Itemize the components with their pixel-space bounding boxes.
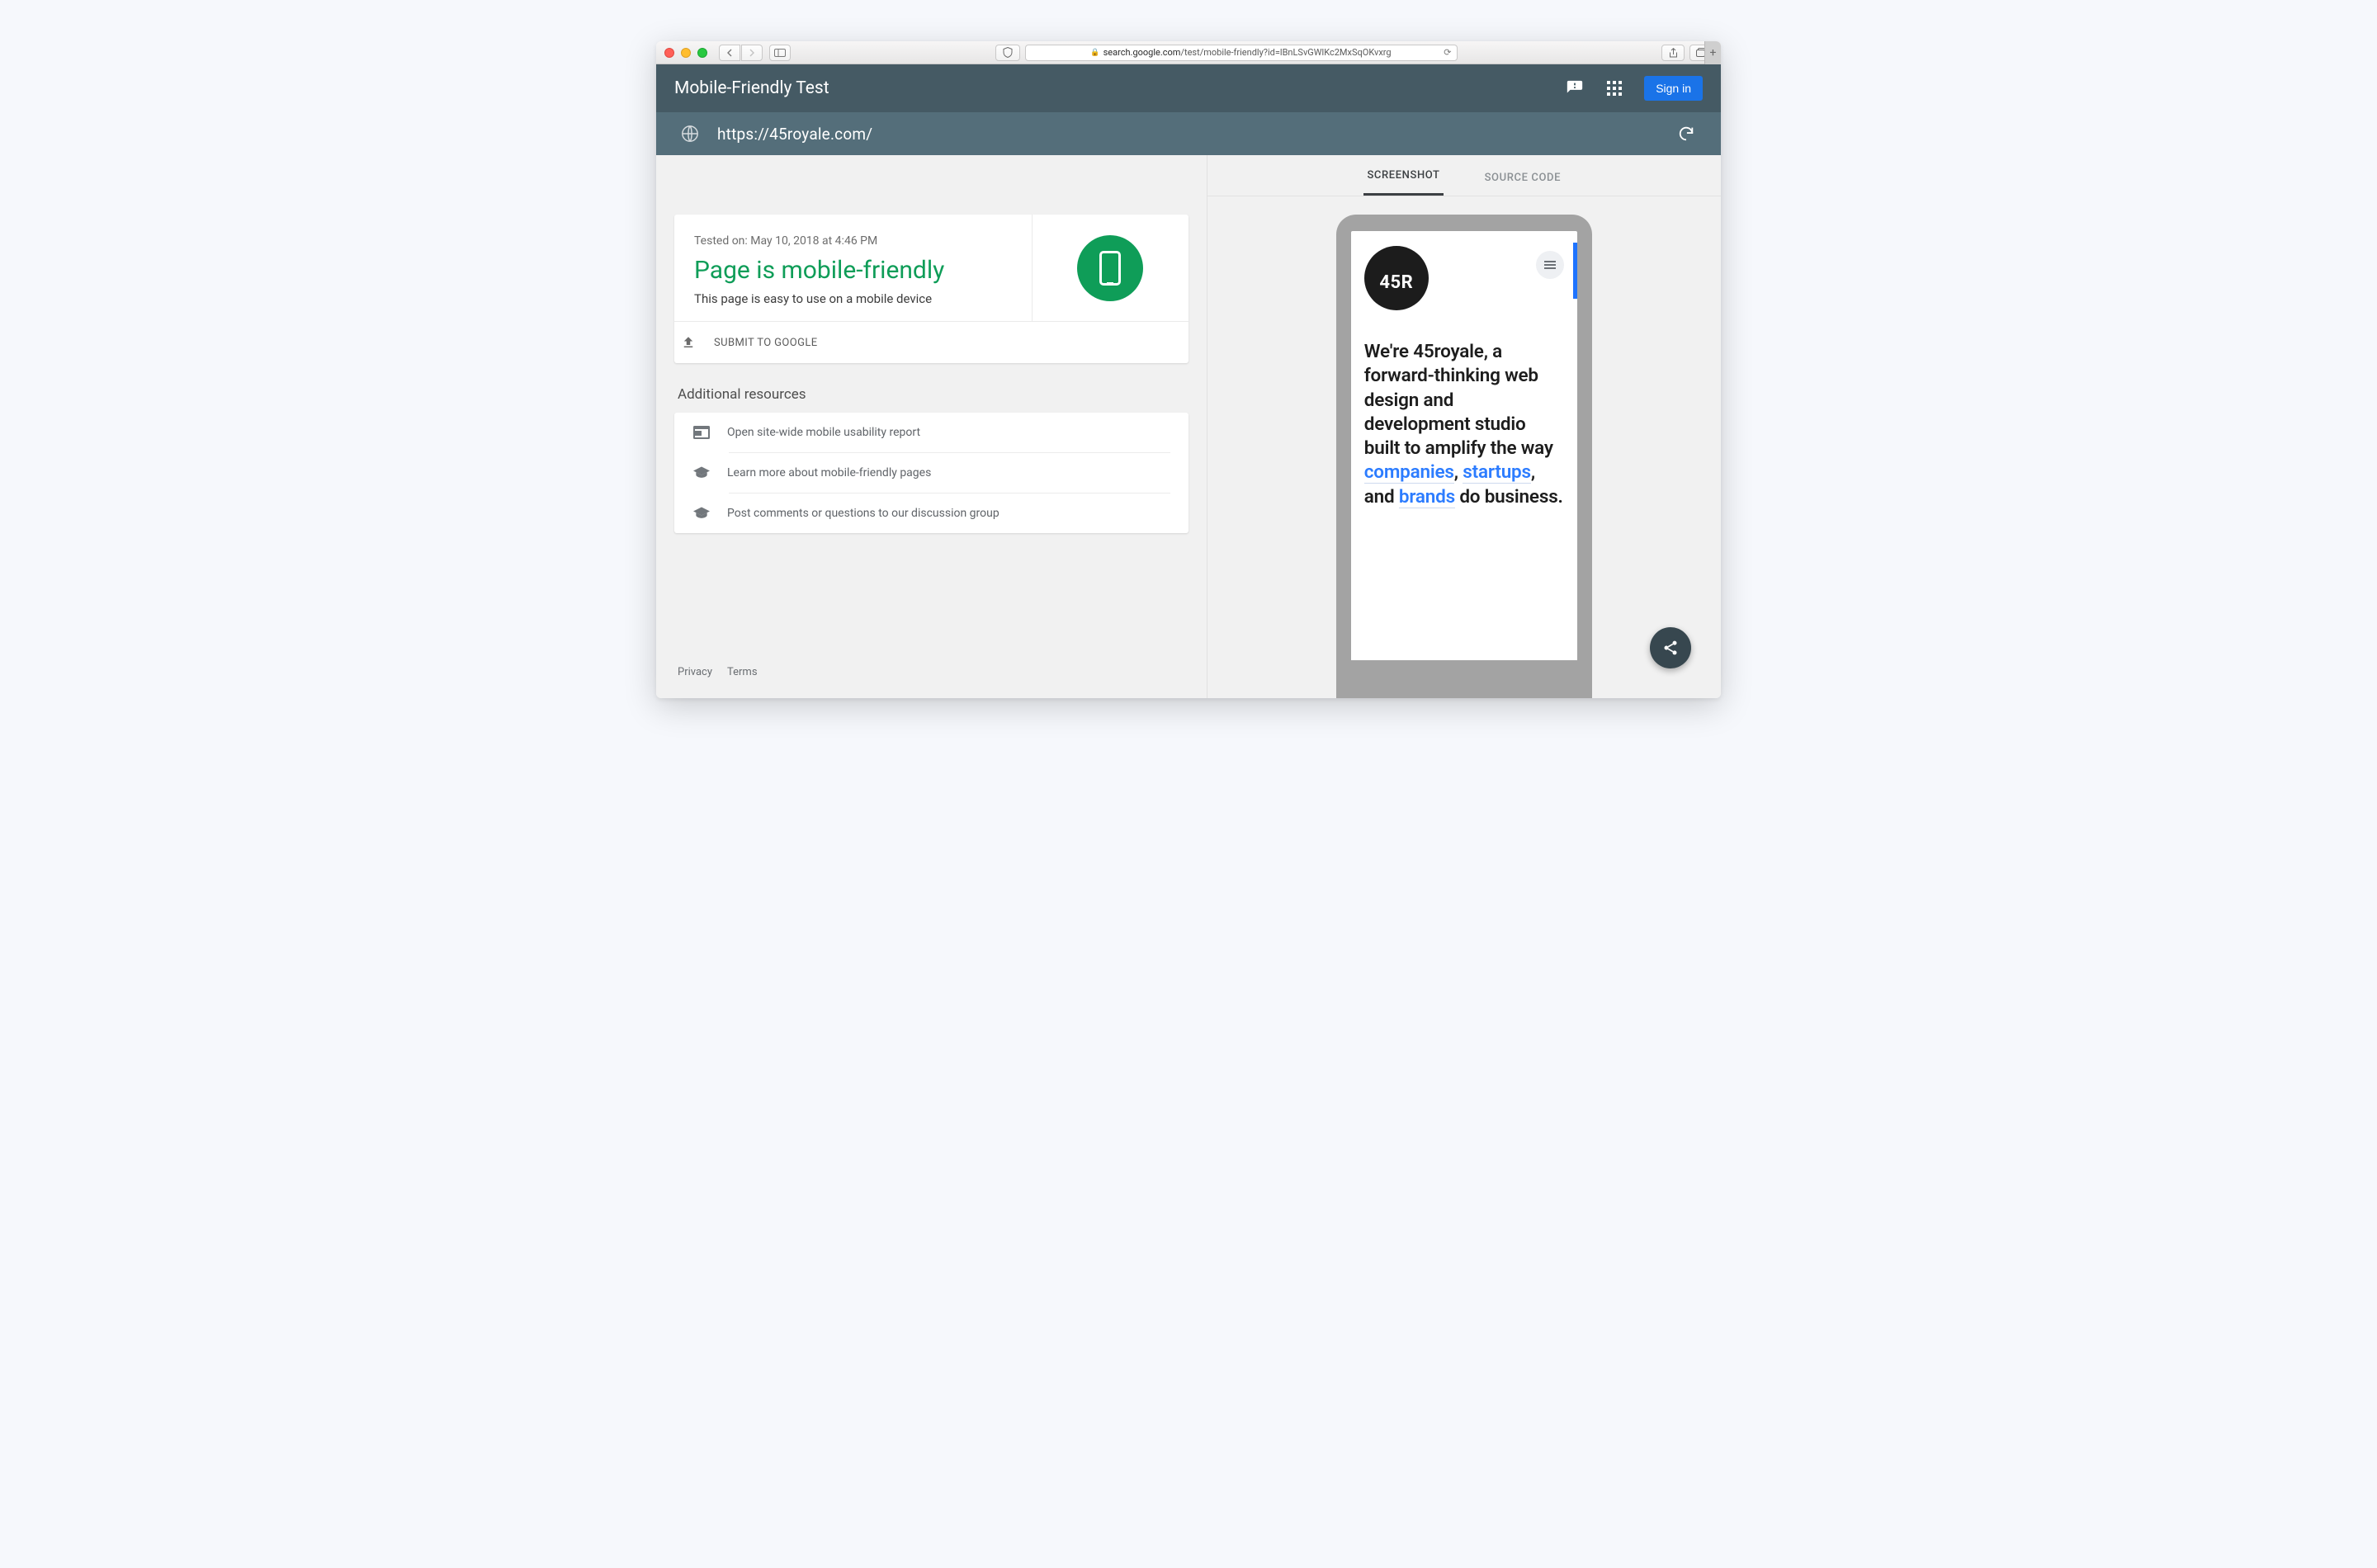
results-pane: Tested on: May 10, 2018 at 4:46 PM Page … (656, 155, 1207, 698)
hero-text-segment: We're 45royale, a forward-thinking web d… (1364, 341, 1553, 459)
submit-to-google-button[interactable]: SUBMIT TO GOOGLE (674, 321, 1188, 363)
upload-icon (681, 335, 701, 350)
app-title: Mobile-Friendly Test (674, 78, 829, 98)
share-button[interactable] (1661, 45, 1685, 61)
new-tab-button[interactable]: + (1704, 41, 1721, 64)
header-actions: Sign in (1565, 76, 1703, 101)
hero-text-segment: do business. (1455, 486, 1563, 508)
browser-chrome: 🔒 search.google.com /test/mobile-friendl… (656, 41, 1721, 64)
privacy-link[interactable]: Privacy (678, 666, 712, 678)
resource-discussion-group[interactable]: Post comments or questions to our discus… (729, 493, 1170, 533)
safari-window: 🔒 search.google.com /test/mobile-friendl… (656, 41, 1721, 698)
back-button[interactable] (719, 45, 740, 61)
resource-learn-more[interactable]: Learn more about mobile-friendly pages (729, 452, 1170, 493)
globe-icon (681, 125, 699, 143)
address-host: search.google.com (1103, 47, 1181, 58)
footer-links: Privacy Terms (674, 658, 1188, 682)
lock-icon: 🔒 (1090, 49, 1099, 57)
verdict-badge (1032, 215, 1188, 321)
fullscreen-window-button[interactable] (697, 48, 707, 58)
graduation-icon (692, 507, 711, 520)
hero-text: We're 45royale, a forward-thinking web d… (1364, 340, 1564, 509)
verdict-subtext: This page is easy to use on a mobile dev… (694, 291, 1012, 306)
hero-link-startups: startups (1463, 461, 1531, 484)
phone-screen: 45R We're 45royale, a forward-thinking w… (1351, 231, 1577, 660)
resources-title: Additional resources (678, 386, 1185, 403)
graduation-icon (692, 466, 711, 479)
preview-tabs: SCREENSHOT SOURCE CODE (1207, 155, 1722, 196)
site-logo: 45R (1364, 246, 1429, 310)
webpage-icon (692, 426, 711, 439)
reload-icon[interactable]: ⟳ (1444, 47, 1451, 58)
tab-source-code[interactable]: SOURCE CODE (1481, 172, 1564, 196)
sidebar-toggle-button[interactable] (769, 45, 791, 61)
accent-strip (1573, 243, 1577, 299)
hero-text-segment: , (1454, 461, 1463, 483)
privacy-report-button[interactable] (995, 45, 1020, 61)
window-controls (664, 48, 707, 58)
signin-button[interactable]: Sign in (1644, 76, 1703, 101)
preview-pane: SCREENSHOT SOURCE CODE 45R We'r (1207, 155, 1722, 698)
resource-label: Post comments or questions to our discus… (727, 507, 999, 520)
site-header: 45R (1364, 246, 1564, 310)
app-header: Mobile-Friendly Test Sign in (656, 64, 1721, 112)
resource-label: Learn more about mobile-friendly pages (727, 466, 931, 479)
address-path: /test/mobile-friendly?id=lBnLSvGWlKc2MxS… (1180, 47, 1391, 58)
feedback-icon[interactable] (1565, 78, 1585, 98)
tested-on-label: Tested on: May 10, 2018 at 4:46 PM (694, 234, 1012, 248)
hamburger-menu-icon (1536, 251, 1564, 279)
terms-link[interactable]: Terms (727, 666, 758, 678)
submit-label: SUBMIT TO GOOGLE (714, 337, 818, 349)
result-card: Tested on: May 10, 2018 at 4:46 PM Page … (674, 215, 1188, 363)
hero-link-brands: brands (1399, 486, 1455, 508)
address-bar[interactable]: 🔒 search.google.com /test/mobile-friendl… (1025, 45, 1458, 61)
share-fab-button[interactable] (1650, 627, 1691, 668)
retest-button[interactable] (1676, 124, 1696, 144)
resource-label: Open site-wide mobile usability report (727, 426, 920, 439)
minimize-window-button[interactable] (681, 48, 691, 58)
resource-usability-report[interactable]: Open site-wide mobile usability report (674, 413, 1188, 452)
phone-preview: 45R We're 45royale, a forward-thinking w… (1207, 196, 1722, 698)
address-bar-group: 🔒 search.google.com /test/mobile-friendl… (995, 45, 1458, 61)
url-test-bar: https://45royale.com/ (656, 112, 1721, 155)
tested-url-input[interactable]: https://45royale.com/ (717, 125, 1658, 144)
verdict-title: Page is mobile-friendly (694, 256, 1012, 285)
mobile-ok-icon (1077, 235, 1143, 301)
forward-button[interactable] (741, 45, 763, 61)
resources-card: Open site-wide mobile usability report L… (674, 413, 1188, 533)
apps-grid-icon[interactable] (1604, 78, 1624, 98)
close-window-button[interactable] (664, 48, 674, 58)
hero-link-companies: companies (1364, 461, 1454, 484)
phone-frame: 45R We're 45royale, a forward-thinking w… (1336, 215, 1592, 698)
tab-screenshot[interactable]: SCREENSHOT (1363, 169, 1443, 196)
main-content: Tested on: May 10, 2018 at 4:46 PM Page … (656, 155, 1721, 698)
